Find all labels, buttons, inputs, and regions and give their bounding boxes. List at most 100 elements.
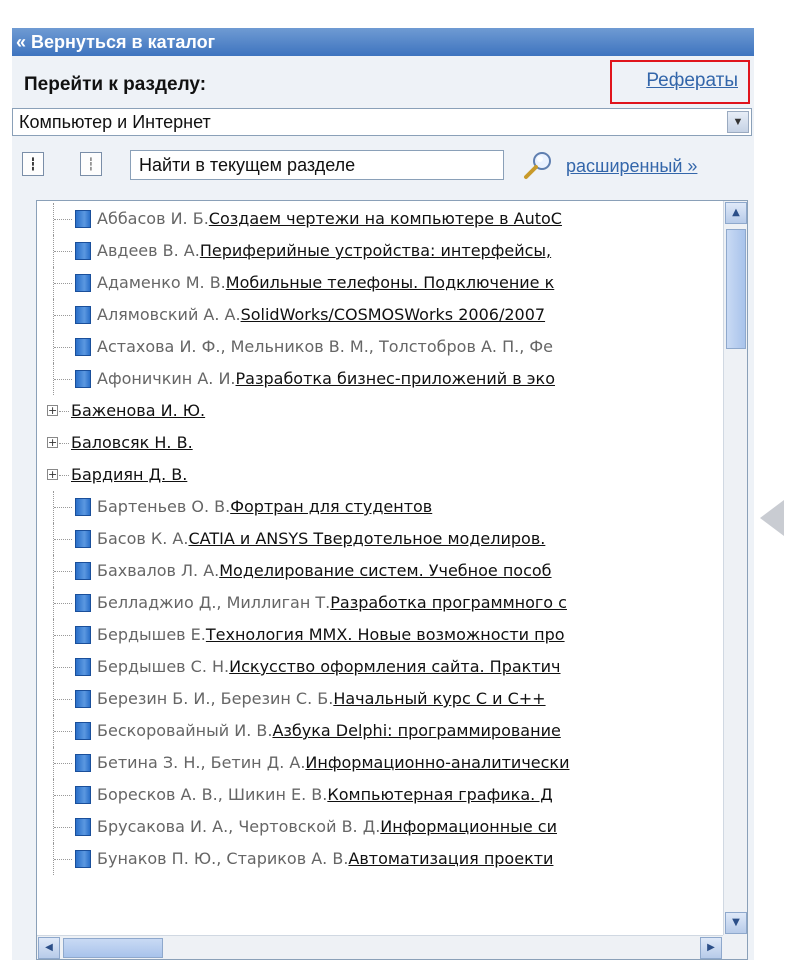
- tree-connector: [53, 203, 74, 235]
- tree-item-author: Басов К. А.: [97, 529, 189, 548]
- tree-item-author: Бартеньев О. В.: [97, 497, 231, 516]
- vertical-scrollbar[interactable]: ▲ ▼: [723, 201, 747, 935]
- catalog-tree: Аббасов И. Б.Создаем чертежи на компьюте…: [36, 200, 748, 960]
- tree-expand-icon[interactable]: ┇: [22, 152, 44, 176]
- tree-item-title-link[interactable]: Мобильные телефоны. Подключение к: [226, 273, 555, 292]
- tree-item-title-link[interactable]: Создаем чертежи на компьютере в AutoC: [209, 209, 562, 228]
- tree-item-title-link[interactable]: Азбука Delphi: программирование: [272, 721, 560, 740]
- tree-connector: [53, 523, 74, 555]
- tree-item-title-link[interactable]: Периферийные устройства: интерфейсы,: [200, 241, 551, 260]
- tree-item-title-link[interactable]: Разработка программного с: [330, 593, 567, 612]
- triangle-left-icon[interactable]: [760, 500, 784, 536]
- tree-item-title-link[interactable]: Начальный курс С и С++: [333, 689, 545, 708]
- horizontal-scroll-thumb[interactable]: [63, 938, 163, 958]
- horizontal-scrollbar[interactable]: ◀ ▶: [37, 935, 723, 959]
- tree-item-title-link[interactable]: Информационные си: [380, 817, 557, 836]
- tree-item-author: Бердышев Е.: [97, 625, 206, 644]
- tree-item-title-link[interactable]: Разработка бизнес-приложений в эко: [236, 369, 555, 388]
- tree-collapse-icon[interactable]: ┆: [80, 152, 102, 176]
- tree-connector: [53, 779, 74, 811]
- advanced-search-link[interactable]: расширенный »: [566, 156, 697, 177]
- tree-connector: [53, 683, 74, 715]
- tree-rows: Аббасов И. Б.Создаем чертежи на компьюте…: [37, 201, 723, 935]
- tree-item-text: Брусакова И. А., Чертовской В. Д.Информа…: [97, 811, 557, 843]
- tree-item-text: Аббасов И. Б.Создаем чертежи на компьюте…: [97, 203, 562, 235]
- book-icon: [75, 850, 91, 868]
- tree-connector: [59, 443, 69, 444]
- tree-item-author: Белладжио Д., Миллиган Т.: [97, 593, 331, 612]
- expand-plus-icon[interactable]: +: [47, 405, 58, 416]
- book-icon: [75, 658, 91, 676]
- book-icon: [75, 274, 91, 292]
- tree-item-title-link[interactable]: Автоматизация проекти: [348, 849, 553, 868]
- tree-item-author: Адаменко М. В.: [97, 273, 226, 292]
- tree-item-text: Басов К. А.CATIA и ANSYS Твердотельное м…: [97, 523, 545, 555]
- tree-item-text: Бахвалов Л. А.Моделирование систем. Учеб…: [97, 555, 552, 587]
- book-icon: [75, 690, 91, 708]
- tree-item-text: Боресков А. В., Шикин Е. В.Компьютерная …: [97, 779, 553, 811]
- tree-item-text: Бардиян Д. В.: [71, 459, 187, 491]
- tree-item-title-link[interactable]: Фортран для студентов: [230, 497, 432, 516]
- tree-item-author: Авдеев В. А.: [97, 241, 200, 260]
- tree-item-text: Афоничкин А. И.Разработка бизнес-приложе…: [97, 363, 555, 395]
- tree-item-author: Алямовский А. А.: [97, 305, 241, 324]
- expand-plus-icon[interactable]: +: [47, 469, 58, 480]
- tree-item-author: Бескоровайный И. В.: [97, 721, 273, 740]
- expand-plus-icon[interactable]: +: [47, 437, 58, 448]
- search-input[interactable]: Найти в текущем разделе: [130, 150, 504, 180]
- tree-item-text: Бердышев С. Н.Искусство оформления сайта…: [97, 651, 561, 683]
- tree-connector: [59, 475, 69, 476]
- book-icon: [75, 370, 91, 388]
- book-icon: [75, 498, 91, 516]
- tree-connector: [53, 651, 74, 683]
- tree-connector: [53, 747, 74, 779]
- tree-item-text: Бартеньев О. В.Фортран для студентов: [97, 491, 432, 523]
- referaty-link[interactable]: Рефераты: [646, 70, 738, 92]
- tree-item-text: Алямовский А. А.SolidWorks/COSMOSWorks 2…: [97, 299, 545, 331]
- section-select[interactable]: Компьютер и Интернет ▼: [12, 108, 752, 136]
- tree-connector: [53, 299, 74, 331]
- tree-item-text: Белладжио Д., Миллиган Т.Разработка прог…: [97, 587, 567, 619]
- tree-item-text: Бердышев Е.Технология MMX. Новые возможн…: [97, 619, 565, 651]
- book-icon: [75, 786, 91, 804]
- tree-item-title-link[interactable]: Моделирование систем. Учебное пособ: [219, 561, 551, 580]
- tree-item-author: Астахова И. Ф., Мельников В. М., Толстоб…: [97, 337, 554, 356]
- book-icon: [75, 242, 91, 260]
- tree-item-text: Бескоровайный И. В.Азбука Delphi: програ…: [97, 715, 561, 747]
- tree-item-title-link[interactable]: Баженова И. Ю.: [71, 401, 205, 420]
- tree-item-text: Авдеев В. А.Периферийные устройства: инт…: [97, 235, 551, 267]
- tree-connector: [53, 587, 74, 619]
- back-to-catalog-link[interactable]: « Вернуться в каталог: [12, 28, 754, 56]
- tree-connector: [53, 331, 74, 363]
- tree-item-title-link[interactable]: CATIA и ANSYS Твердотельное моделиров.: [188, 529, 545, 548]
- scroll-left-icon[interactable]: ◀: [38, 937, 60, 959]
- tree-item-title-link[interactable]: Баловсяк Н. В.: [71, 433, 193, 452]
- tree-connector: [53, 811, 74, 843]
- book-icon: [75, 754, 91, 772]
- tree-connector: [53, 491, 74, 523]
- tree-connector: [53, 363, 74, 395]
- chevron-down-icon[interactable]: ▼: [727, 111, 749, 133]
- tree-item-author: Аббасов И. Б.: [97, 209, 209, 228]
- scroll-down-icon[interactable]: ▼: [725, 912, 747, 934]
- tree-item-author: Бердышев С. Н.: [97, 657, 230, 676]
- section-select-value: Компьютер и Интернет: [19, 112, 211, 132]
- tree-item-title-link[interactable]: Компьютерная графика. Д: [327, 785, 552, 804]
- tree-item-title-link[interactable]: Технология MMX. Новые возможности про: [206, 625, 565, 644]
- book-icon: [75, 626, 91, 644]
- tree-item-title-link[interactable]: Информационно-аналитически: [305, 753, 569, 772]
- tree-item-title-link[interactable]: SolidWorks/COSMOSWorks 2006/2007: [241, 305, 545, 324]
- tree-item-title-link[interactable]: Искусство оформления сайта. Практич: [229, 657, 560, 676]
- vertical-scroll-thumb[interactable]: [726, 229, 746, 349]
- magnifier-icon[interactable]: [522, 150, 556, 180]
- tree-item-text: Бунаков П. Ю., Стариков А. В.Автоматизац…: [97, 843, 553, 875]
- tree-item-title-link[interactable]: Бардиян Д. В.: [71, 465, 187, 484]
- book-icon: [75, 306, 91, 324]
- tree-item-author: Боресков А. В., Шикин Е. В.: [97, 785, 328, 804]
- tree-item-text: Адаменко М. В.Мобильные телефоны. Подклю…: [97, 267, 554, 299]
- tree-connector: [53, 843, 74, 875]
- scroll-right-icon[interactable]: ▶: [700, 937, 722, 959]
- tree-item-author: Бетина З. Н., Бетин Д. А.: [97, 753, 306, 772]
- scroll-up-icon[interactable]: ▲: [725, 202, 747, 224]
- tree-item-text: Астахова И. Ф., Мельников В. М., Толстоб…: [97, 331, 553, 363]
